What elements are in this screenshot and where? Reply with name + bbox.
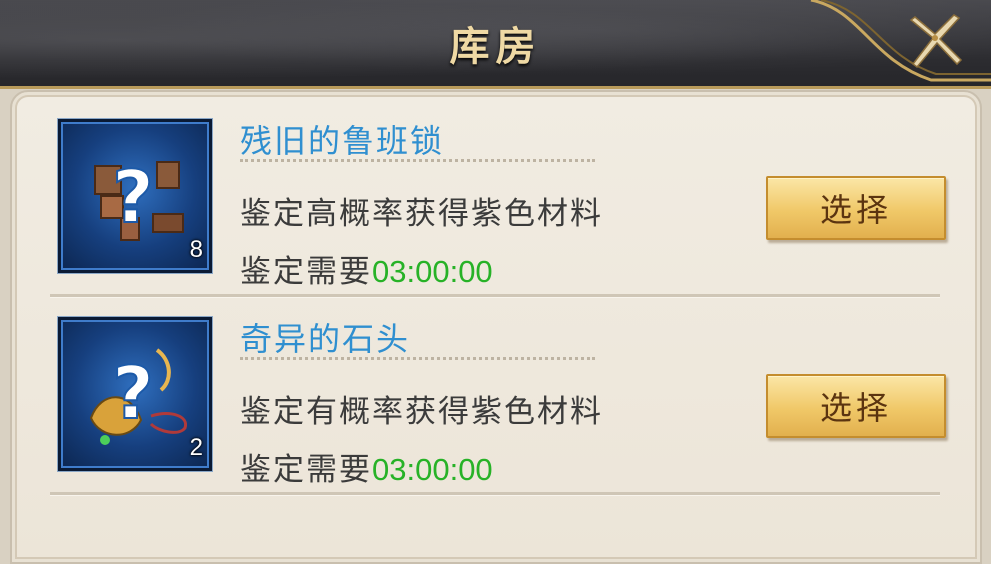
list-item: ? 2 奇异的石头 鉴定有概率获得紫色材料 鉴定需要03:00:00 选择	[50, 314, 946, 509]
item-slot[interactable]: ? 2	[58, 317, 212, 471]
select-button[interactable]: 选择	[766, 374, 946, 438]
select-button[interactable]: 选择	[766, 176, 946, 240]
svg-text:?: ?	[112, 155, 154, 239]
dotted-divider	[240, 357, 595, 360]
need-label: 鉴定需要	[240, 254, 372, 290]
item-description: 鉴定高概率获得紫色材料	[240, 196, 603, 232]
item-count: 8	[189, 236, 203, 263]
item-slot[interactable]: ? 8	[58, 119, 212, 273]
row-divider	[50, 492, 940, 496]
unknown-item-question-icon: ?	[89, 348, 187, 445]
item-name: 奇异的石头	[240, 320, 411, 358]
appraise-requirement: 鉴定需要03:00:00	[240, 246, 493, 291]
list-item: ? 8 残旧的鲁班锁 鉴定高概率获得紫色材料 鉴定需要03:00:00 选择	[50, 116, 946, 311]
title-bar: 库房	[0, 0, 991, 89]
item-description: 鉴定有概率获得紫色材料	[240, 394, 603, 430]
dotted-divider	[240, 159, 595, 162]
item-name: 残旧的鲁班锁	[240, 122, 445, 160]
item-count: 2	[189, 434, 203, 461]
row-divider	[50, 294, 940, 298]
need-label: 鉴定需要	[240, 452, 372, 488]
close-x-icon	[909, 14, 963, 69]
appraise-requirement: 鉴定需要03:00:00	[240, 444, 493, 489]
svg-text:?: ?	[112, 351, 154, 435]
close-button[interactable]	[903, 12, 967, 72]
unknown-item-question-icon: ?	[94, 154, 184, 241]
need-time: 03:00:00	[372, 452, 493, 487]
need-time: 03:00:00	[372, 254, 493, 289]
